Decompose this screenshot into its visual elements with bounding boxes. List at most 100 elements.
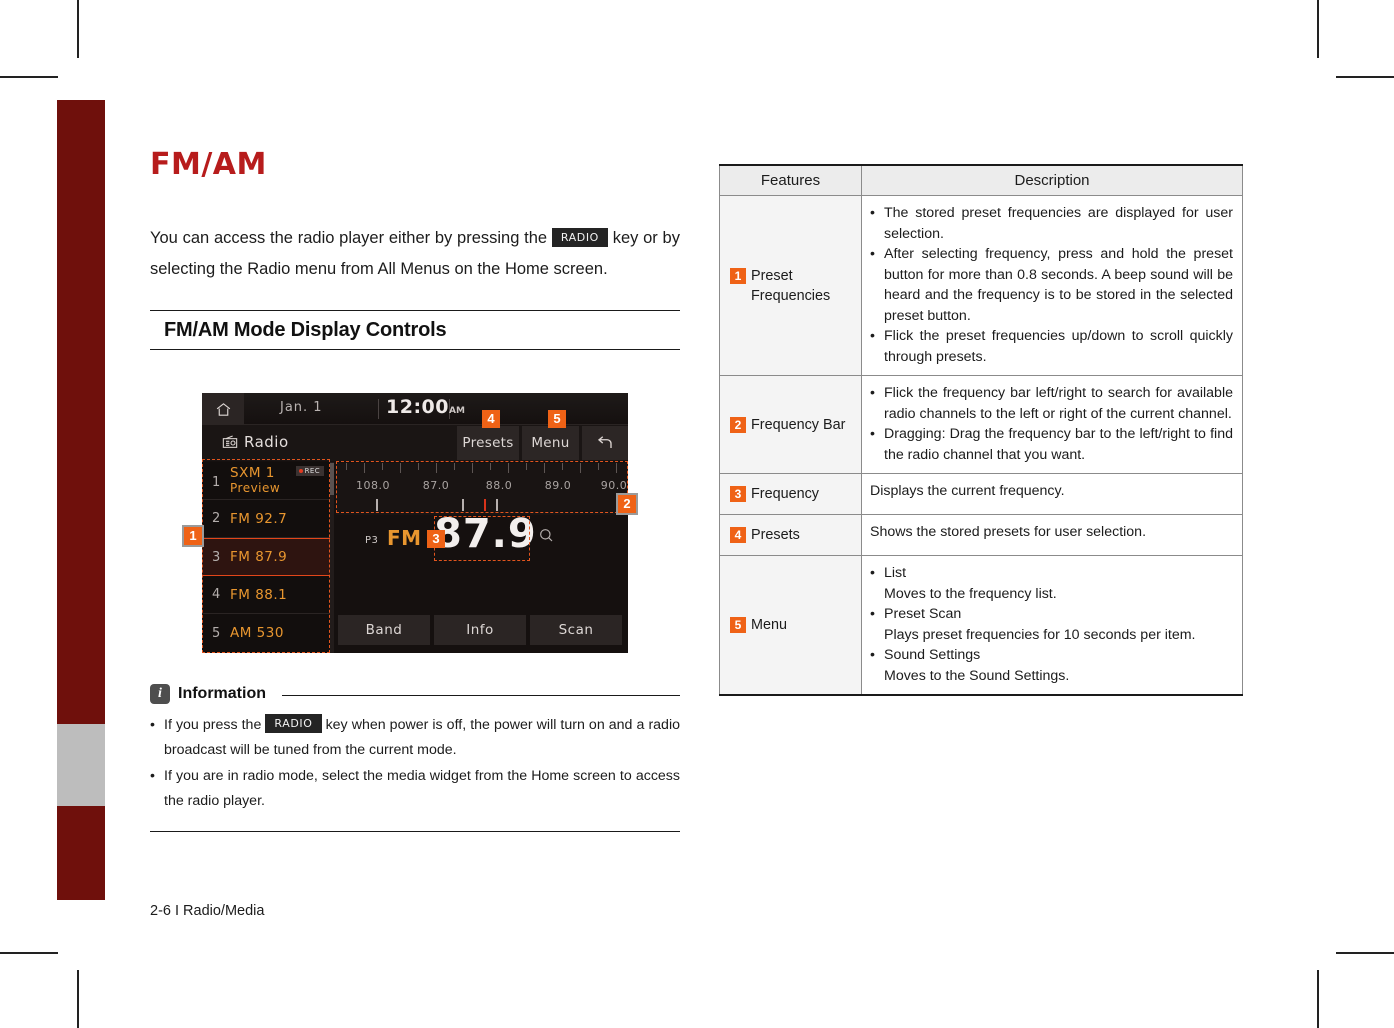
preset-number: 5 [212,625,221,641]
frequency-tick-label: 89.0 [544,479,572,492]
table-cell-feature: 1 Preset Frequencies [719,195,862,376]
callout-badge-4: 4 [730,527,746,543]
callout-badge-1: 1 [184,527,202,545]
current-preset-label: P3 [365,535,379,546]
list-item[interactable]: 5 AM 530 [202,614,330,652]
information-rule [282,694,680,696]
description-text: Flick the frequency bar left/right to se… [884,385,1233,422]
table-cell-description: • List Moves to the frequency list. • Preset… [861,555,1243,696]
feature-label: Menu [751,617,787,633]
information-header: i Information [150,684,680,704]
bullet-icon: • [150,717,155,733]
head-unit-screenshot: Jan. 1 12:00AM Radio Presets Menu 1 SXM … [202,393,628,653]
list-item: • If you press the RADIO key when power … [150,713,680,763]
preset-number: 3 [212,549,221,565]
callout-badge-2: 2 [730,416,746,433]
info-button[interactable]: Info [434,615,526,645]
feature-label: Frequency Bar [751,416,846,433]
table-body: 1 Preset Frequencies • The stored preset fre… [719,195,1243,696]
table-cell-feature: 2 Frequency Bar [719,375,862,474]
list-item-selected[interactable]: 3 FM 87.9 [202,538,330,576]
crop-mark-right-top [1336,76,1394,78]
feature-label: Frequency [751,486,819,502]
status-clock-time: 12:00 [386,396,449,418]
home-icon[interactable] [202,393,244,425]
list-item: • If you are in radio mode, select the m… [150,764,680,814]
radio-key-badge: RADIO [265,714,322,733]
back-arrow-icon[interactable] [582,426,628,460]
page-title: FM/AM [150,147,267,182]
description-text: Preset Scan Plays preset frequencies for … [884,606,1196,643]
bullet-icon: • [870,426,875,442]
information-title: Information [178,685,266,702]
information-item-text: If you are in radio mode, select the med… [164,768,680,809]
frequency-tick-label: 108.0 [356,479,390,492]
column-header-description: Description [861,164,1243,196]
description-text: List Moves to the frequency list. [884,565,1057,602]
status-divider-1 [378,399,379,419]
description-bullet: • Flick the preset frequencies up/down to… [870,326,1233,367]
information-list: • If you press the RADIO key when power … [150,713,680,814]
bullet-icon: • [870,328,875,344]
description-bullet: • The stored preset frequencies are displ… [870,203,1233,244]
preset-number: 2 [212,511,221,526]
preset-label: AM 530 [230,625,284,641]
callout-badge-2: 2 [618,495,636,513]
table-row: 2 Frequency Bar • Flick the frequency bar l… [719,375,1243,474]
crop-mark-bottom-left [77,970,79,1028]
left-column: FM/AM You can access the radio player ei… [150,150,680,350]
list-item[interactable]: 2 FM 92.7 [202,500,330,538]
rec-label: REC [304,467,320,475]
manual-page: FM/AM You can access the radio player ei… [0,0,1394,1028]
description-text: Displays the current frequency. [870,483,1065,499]
radio-key-badge: RADIO [551,228,608,247]
section-heading: FM/AM Mode Display Controls [164,319,447,341]
description-bullet: • Flick the frequency bar left/right to s… [870,383,1233,424]
search-icon[interactable] [538,527,554,547]
preset-list[interactable]: 1 SXM 1 Preview REC 2 FM 92.7 3 FM 87.9 … [202,462,330,653]
crop-mark-right-bottom [1336,952,1394,954]
crop-mark-top-right [1317,0,1319,58]
rec-dot-icon [298,469,303,473]
current-frequency: 87.9 [434,511,537,557]
current-band-label: FM [387,526,422,550]
preset-number: 4 [212,587,221,602]
bullet-icon: • [150,768,155,784]
section-heading-block: FM/AM Mode Display Controls [150,310,680,350]
information-item-text: If you press the RADIO key when power is… [164,713,680,763]
list-item[interactable]: 4 FM 88.1 [202,576,330,614]
table-cell-description: Shows the stored presets for user select… [861,514,1243,556]
preset-number: 1 [212,475,221,490]
feature-label: Presets [751,527,800,543]
table-cell-description: Displays the current frequency. [861,473,1243,515]
current-station-marker [484,499,486,511]
crop-mark-bottom-right [1317,970,1319,1028]
preset-label: FM 88.1 [230,586,288,603]
frequency-bar[interactable]: 108.0 87.0 88.0 89.0 90.0 [336,463,628,515]
info-icon: i [150,684,170,704]
page-footer: 2-6 I Radio/Media [150,903,265,919]
preset-scroll-thumb[interactable] [330,463,334,495]
list-item[interactable]: 1 SXM 1 Preview REC [202,462,330,500]
preset-label: FM 87.9 [230,549,288,565]
table-row: 4 Presets Shows the stored presets for use… [719,514,1243,556]
table-cell-feature: 3 Frequency [719,473,862,515]
bullet-icon: • [870,647,875,663]
description-text: Dragging: Drag the frequency bar to the … [884,426,1233,463]
preset-label: SXM 1 [230,464,275,481]
information-bottom-rule [150,831,680,832]
bullet-icon: • [870,205,875,221]
band-button[interactable]: Band [338,615,430,645]
description-bullet: • List Moves to the frequency list. [870,563,1233,604]
crop-mark-left-top [0,76,58,78]
presets-button[interactable]: Presets [457,426,519,460]
callout-badge-3: 3 [427,530,445,548]
scan-button[interactable]: Scan [530,615,622,645]
table-cell-feature: 4 Presets [719,514,862,556]
table-row: 3 Frequency Displays the current frequency… [719,473,1243,515]
table-header-row: Features Description [719,164,1243,196]
page-spine-marker [57,724,105,806]
frequency-tick-label: 90.0 [600,479,628,492]
column-header-features: Features [719,164,862,196]
menu-button[interactable]: Menu [522,426,579,460]
